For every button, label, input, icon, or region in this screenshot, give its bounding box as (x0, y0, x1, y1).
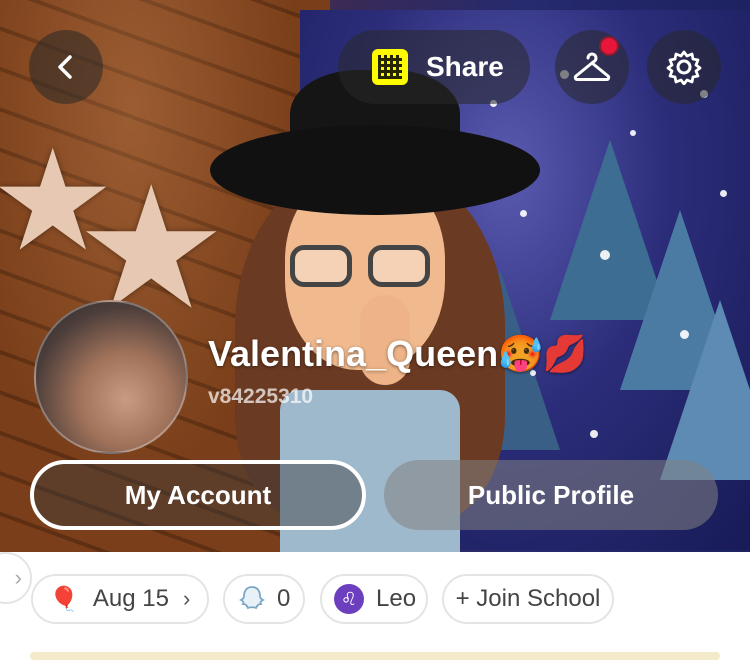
snowflake (630, 130, 636, 136)
notification-dot (599, 36, 619, 56)
balloon-icon: 🎈 (49, 585, 79, 613)
chevron-left-icon (58, 55, 72, 79)
gear-icon (666, 50, 702, 85)
snapcode-icon (372, 49, 408, 85)
share-button[interactable]: Share (338, 30, 530, 104)
chevron-right-icon: › (14, 565, 22, 590)
back-button[interactable] (29, 30, 103, 104)
tree (660, 300, 750, 480)
public-profile-label: Public Profile (467, 479, 635, 510)
birthday-label: Aug 15 (92, 585, 169, 612)
avatar-hat-brim (210, 125, 540, 215)
join-school-chip[interactable]: + Join School (442, 574, 614, 624)
snowflake (590, 430, 598, 438)
my-account-button[interactable]: My Account (30, 460, 366, 530)
snowflake (720, 190, 727, 197)
snowflake (680, 330, 689, 339)
expand-side-button[interactable]: › (0, 552, 32, 604)
settings-button[interactable] (647, 30, 721, 104)
snapscore-value: 0 (277, 585, 291, 612)
chevron-right-icon: › (182, 586, 191, 611)
wardrobe-button[interactable] (555, 30, 629, 104)
birthday-chip[interactable]: 🎈 Aug 15 › (31, 574, 209, 624)
profile-picture[interactable] (34, 300, 188, 454)
username: v84225310 (208, 385, 314, 408)
zodiac-leo-icon: ♌ (334, 584, 364, 614)
card-peek (30, 652, 720, 660)
share-label: Share (426, 51, 504, 82)
zodiac-chip[interactable]: ♌ Leo (320, 574, 428, 624)
snowflake (600, 250, 610, 260)
public-profile-button[interactable]: Public Profile (384, 460, 718, 530)
snapscore-chip[interactable]: 0 (223, 574, 305, 624)
display-name: Valentina_Queen🥵💋 (208, 333, 588, 374)
my-account-label: My Account (124, 479, 272, 510)
ghost-icon (238, 586, 266, 610)
zodiac-label: Leo (376, 585, 417, 612)
join-school-label: + Join School (455, 585, 601, 612)
profile-info-panel: › 🎈 Aug 15 › 0 ♌ Leo + Join School (0, 552, 750, 660)
avatar-glasses (290, 245, 440, 287)
